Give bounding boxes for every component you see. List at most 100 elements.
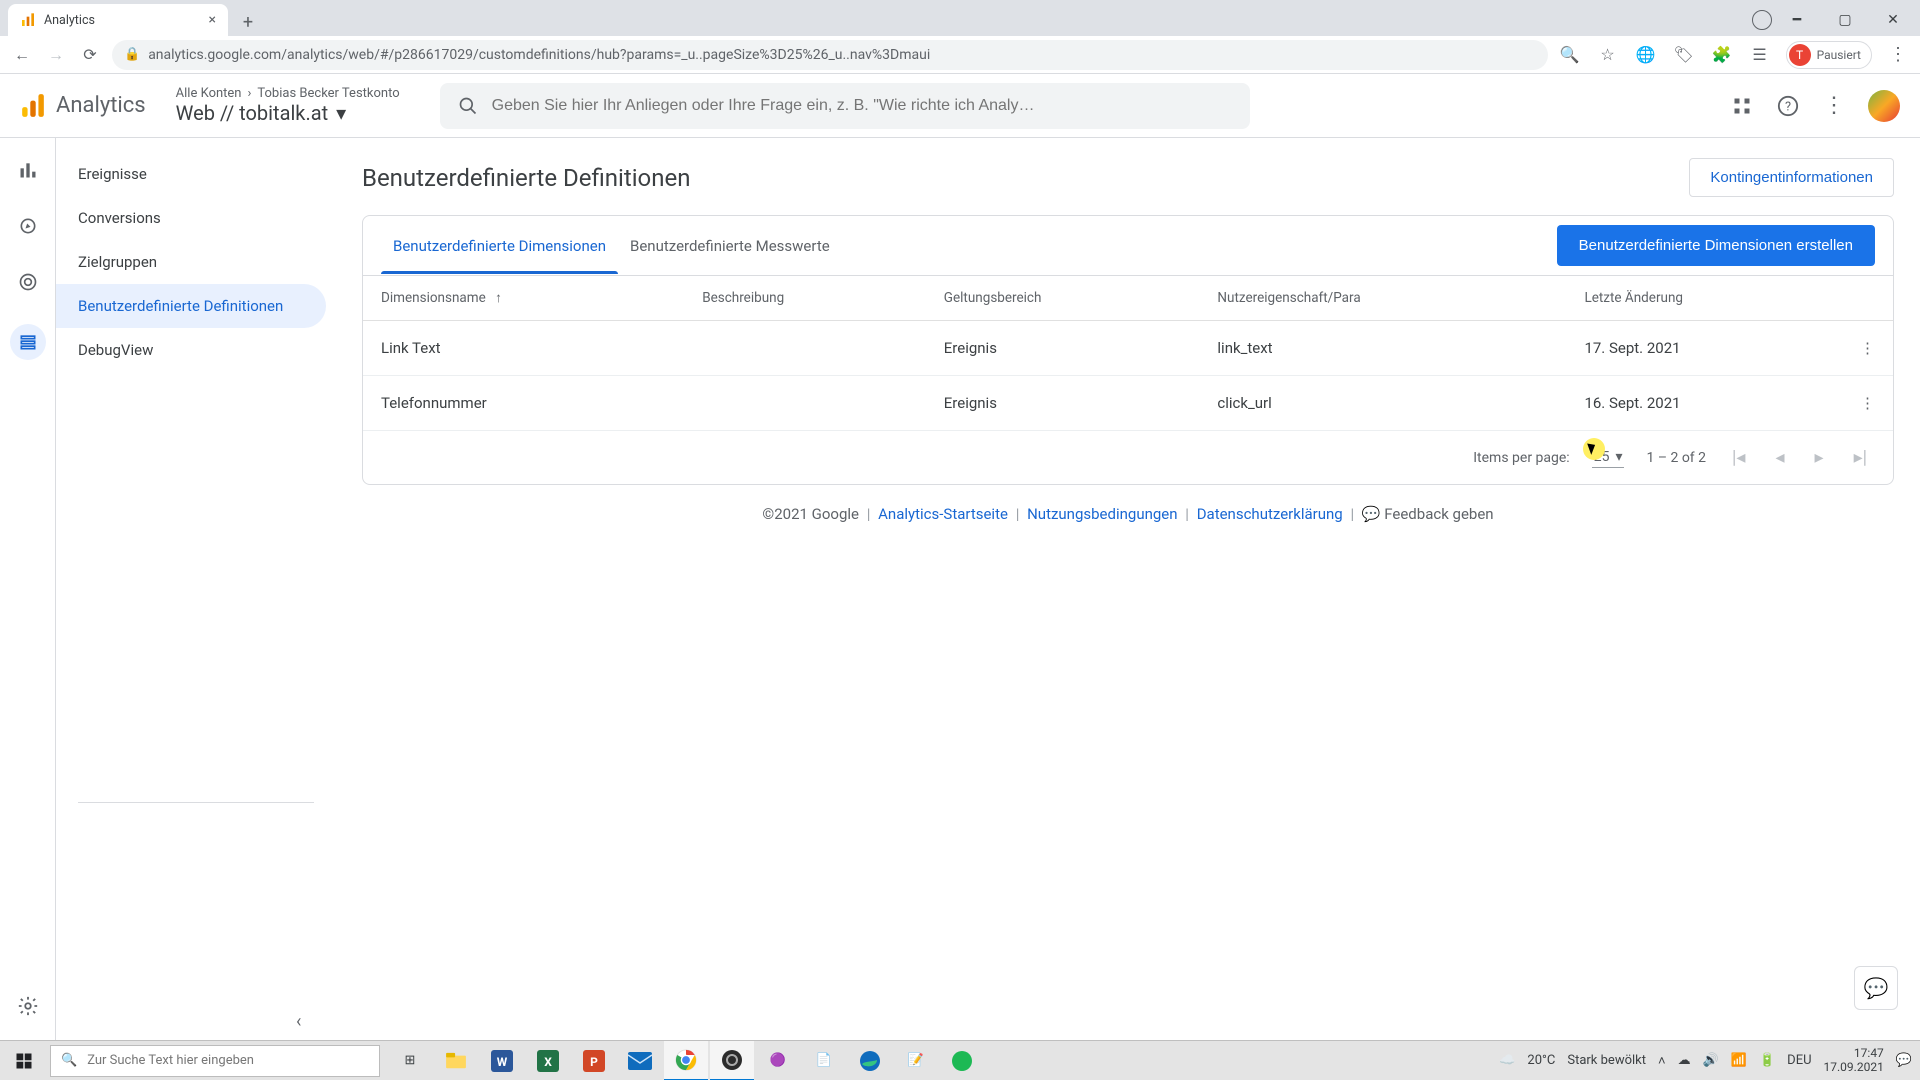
mail-icon[interactable] xyxy=(618,1041,662,1080)
spotify-icon[interactable] xyxy=(940,1041,984,1080)
ga-product-name: Analytics xyxy=(56,93,146,118)
price-tag-icon[interactable]: 🏷 xyxy=(1672,43,1696,67)
nav-back-icon[interactable]: ← xyxy=(10,43,34,67)
app-icon-2[interactable]: 📄 xyxy=(802,1041,846,1080)
sidebar-item-zielgruppen[interactable]: Zielgruppen xyxy=(56,240,326,284)
window-close-icon[interactable]: ✕ xyxy=(1870,4,1916,36)
tray-onedrive-icon[interactable]: ☁ xyxy=(1678,1053,1691,1068)
apps-grid-icon[interactable] xyxy=(1730,94,1754,118)
col-property[interactable]: Nutzereigenschaft/Para xyxy=(1199,276,1566,321)
row-menu-icon[interactable]: ⋮ xyxy=(1860,394,1875,412)
notifications-icon[interactable]: 💬 xyxy=(1896,1053,1912,1068)
collapse-sidebar-icon[interactable]: ‹ xyxy=(296,1011,301,1032)
edge-icon[interactable] xyxy=(848,1041,892,1080)
new-tab-button[interactable]: + xyxy=(234,8,262,36)
account-context[interactable]: Alle Konten › Tobias Becker Testkonto We… xyxy=(176,86,400,125)
col-name[interactable]: Dimensionsname ↑ xyxy=(363,276,684,321)
definitions-card: Benutzerdefinierte Dimensionen Benutzerd… xyxy=(362,215,1894,485)
col-description[interactable]: Beschreibung xyxy=(684,276,926,321)
footer-link-privacy[interactable]: Datenschutzerklärung xyxy=(1197,505,1343,523)
ga-more-icon[interactable]: ⋮ xyxy=(1822,94,1846,118)
footer-link-terms[interactable]: Nutzungsbedingungen xyxy=(1027,505,1177,523)
extensions-icon[interactable]: 🧩 xyxy=(1710,43,1734,67)
user-avatar[interactable] xyxy=(1868,90,1900,122)
tab-custom-dimensions[interactable]: Benutzerdefinierte Dimensionen xyxy=(381,219,618,273)
obs-icon[interactable] xyxy=(710,1041,754,1080)
quota-info-button[interactable]: Kontingentinformationen xyxy=(1689,158,1894,197)
cell-prop: link_text xyxy=(1199,321,1566,376)
profile-status: Pausiert xyxy=(1817,48,1861,62)
zoom-icon[interactable]: 🔍 xyxy=(1558,43,1582,67)
chrome-menu-icon[interactable]: ⋮ xyxy=(1886,43,1910,67)
table-row: Link Text Ereignis link_text 17. Sept. 2… xyxy=(363,321,1893,376)
taskbar-clock[interactable]: 17:47 17.09.2021 xyxy=(1824,1047,1884,1073)
close-tab-icon[interactable]: × xyxy=(209,12,216,28)
taskview-icon[interactable]: ⊞ xyxy=(388,1041,432,1080)
notepad-icon[interactable]: 📝 xyxy=(894,1041,938,1080)
col-scope[interactable]: Geltungsbereich xyxy=(926,276,1200,321)
tray-volume-icon[interactable]: 🔊 xyxy=(1703,1053,1719,1068)
sidebar-item-custom-definitions[interactable]: Benutzerdefinierte Definitionen xyxy=(56,284,326,328)
window-minimize-icon[interactable]: ━ xyxy=(1774,4,1820,36)
footer-link-home[interactable]: Analytics-Startseite xyxy=(878,505,1008,523)
rail-explore-icon[interactable] xyxy=(14,212,42,240)
dimensions-table: Dimensionsname ↑ Beschreibung Geltungsbe… xyxy=(363,276,1893,431)
reading-list-icon[interactable]: ☰ xyxy=(1748,43,1772,67)
nav-rail xyxy=(0,138,56,1040)
items-per-page-select[interactable]: 25 ▾ xyxy=(1592,447,1625,468)
feedback-fab[interactable]: 💬 xyxy=(1854,966,1898,1010)
rail-advertising-icon[interactable] xyxy=(14,268,42,296)
profile-chip[interactable]: T Pausiert xyxy=(1786,41,1872,69)
svg-text:X: X xyxy=(544,1055,552,1069)
explorer-icon[interactable] xyxy=(434,1041,478,1080)
help-icon[interactable]: ? xyxy=(1776,94,1800,118)
sidebar-item-debugview[interactable]: DebugView xyxy=(56,328,326,372)
ga-logo[interactable]: Analytics xyxy=(20,93,146,119)
row-menu-icon[interactable]: ⋮ xyxy=(1860,339,1875,357)
svg-text:?: ? xyxy=(1785,99,1791,114)
globe-icon[interactable]: 🌐 xyxy=(1634,43,1658,67)
rail-configure-icon[interactable] xyxy=(10,324,46,360)
app-icon-1[interactable]: 🟣 xyxy=(756,1041,800,1080)
weather-temp: 20°C xyxy=(1527,1053,1555,1068)
nav-forward-icon[interactable]: → xyxy=(44,43,68,67)
nav-reload-icon[interactable]: ⟳ xyxy=(78,43,102,67)
pager-last-icon[interactable]: ▸| xyxy=(1850,443,1871,472)
taskbar-search[interactable]: 🔍 Zur Suche Text hier eingeben xyxy=(50,1045,380,1077)
excel-icon[interactable]: X xyxy=(526,1041,570,1080)
tray-lang[interactable]: DEU xyxy=(1787,1053,1811,1068)
ga-search[interactable] xyxy=(440,83,1250,129)
powerpoint-icon[interactable]: P xyxy=(572,1041,616,1080)
pager-range: 1 – 2 of 2 xyxy=(1646,450,1706,466)
word-icon[interactable]: W xyxy=(480,1041,524,1080)
tray-wifi-icon[interactable]: 📶 xyxy=(1731,1053,1747,1068)
chrome-icon[interactable] xyxy=(664,1041,708,1080)
rail-admin-gear-icon[interactable] xyxy=(14,992,42,1020)
chrome-account-indicator-icon[interactable] xyxy=(1752,10,1772,30)
browser-tab-title: Analytics xyxy=(44,13,95,28)
sidebar-item-conversions[interactable]: Conversions xyxy=(56,196,326,240)
bookmark-star-icon[interactable]: ☆ xyxy=(1596,43,1620,67)
weather-icon[interactable]: ☁️ xyxy=(1499,1053,1515,1068)
create-dimension-button[interactable]: Benutzerdefinierte Dimensionen erstellen xyxy=(1557,225,1875,266)
col-changed[interactable]: Letzte Änderung xyxy=(1566,276,1842,321)
ga-search-input[interactable] xyxy=(492,97,1232,115)
context-account-name: Tobias Becker Testkonto xyxy=(257,86,399,101)
lock-icon: 🔒 xyxy=(124,47,140,62)
tray-battery-icon[interactable]: 🔋 xyxy=(1759,1053,1775,1068)
pager-next-icon[interactable]: ▸ xyxy=(1811,443,1828,472)
pager-prev-icon[interactable]: ◂ xyxy=(1771,443,1788,472)
tab-custom-metrics[interactable]: Benutzerdefinierte Messwerte xyxy=(618,219,842,273)
cell-desc xyxy=(684,376,926,431)
chevron-right-icon: › xyxy=(247,86,251,101)
footer-feedback-link[interactable]: Feedback geben xyxy=(1384,505,1493,523)
tray-chevron-icon[interactable]: ˄ xyxy=(1658,1053,1666,1069)
address-bar[interactable]: 🔒 analytics.google.com/analytics/web/#/p… xyxy=(112,40,1548,70)
sidebar-item-ereignisse[interactable]: Ereignisse xyxy=(56,152,326,196)
rail-reports-icon[interactable] xyxy=(14,156,42,184)
pager-first-icon[interactable]: |◂ xyxy=(1728,443,1749,472)
sidebar-divider xyxy=(78,802,314,803)
browser-tab[interactable]: Analytics × xyxy=(8,4,228,36)
start-button[interactable] xyxy=(0,1041,48,1080)
window-maximize-icon[interactable]: ▢ xyxy=(1822,4,1868,36)
